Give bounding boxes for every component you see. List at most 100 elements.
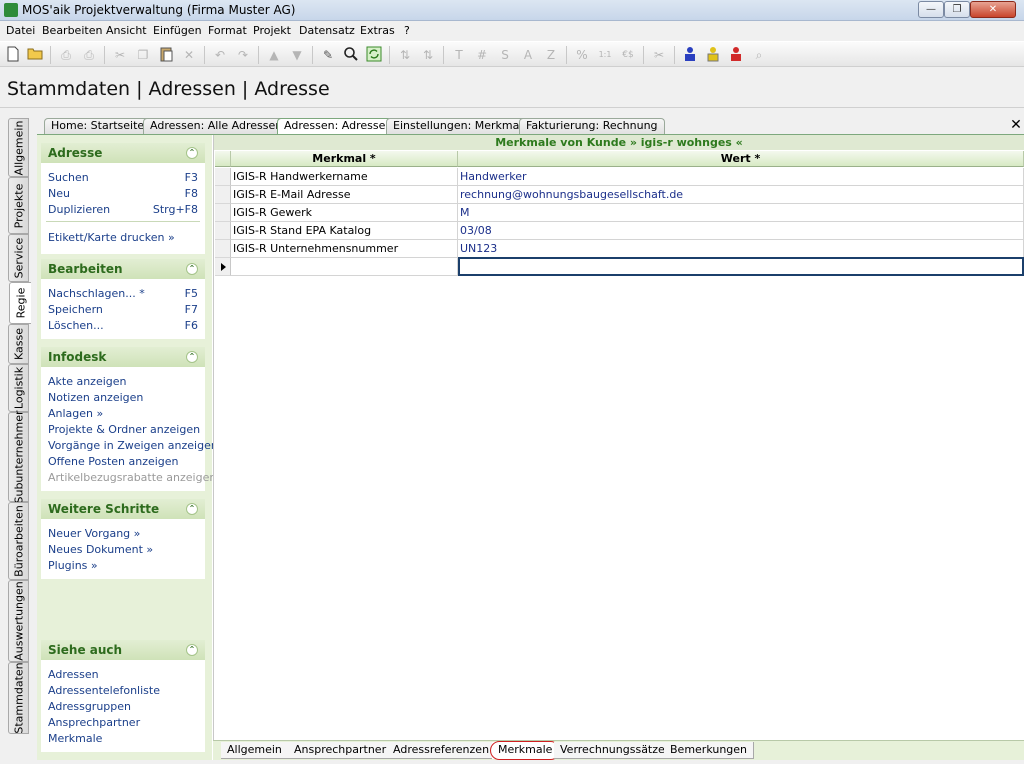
link-adressentelefonliste[interactable]: Adressentelefonliste <box>48 684 160 697</box>
currency-icon[interactable]: €$ <box>619 46 637 64</box>
cell-wert[interactable]: M <box>458 204 1024 222</box>
format-z-icon[interactable]: Z <box>542 46 560 64</box>
link-ansprechpartner[interactable]: Ansprechpartner <box>48 716 140 729</box>
cell-merkmal[interactable]: IGIS-R Unternehmensnummer <box>231 240 458 258</box>
menu-help[interactable]: ? <box>404 24 410 37</box>
paste-icon[interactable] <box>157 46 175 64</box>
detail-tab-bemerkungen[interactable]: Bemerkungen <box>664 742 755 759</box>
format-t-icon[interactable]: T <box>450 46 468 64</box>
vtab-bueroarbeiten[interactable]: Büroarbeiten <box>8 502 29 580</box>
edit-pencil-icon[interactable]: ✎ <box>319 46 337 64</box>
row-selector[interactable] <box>215 240 231 258</box>
vtab-regie[interactable]: Regie <box>9 282 31 324</box>
link-suchen[interactable]: Suchen <box>48 171 89 184</box>
vtab-kasse[interactable]: Kasse <box>8 324 29 364</box>
close-window-button[interactable]: ✕ <box>970 1 1016 18</box>
link-vorgaenge-zweige[interactable]: Vorgänge in Zweigen anzeigen <box>48 439 218 452</box>
menu-datei[interactable]: Datei <box>6 24 35 37</box>
menu-ansicht[interactable]: Ansicht <box>106 24 147 37</box>
vtab-projekte[interactable]: Projekte <box>8 177 29 234</box>
print-preview-icon[interactable]: ⎙ <box>80 46 98 64</box>
tab-adresse[interactable]: Adressen: Adresse <box>277 118 393 135</box>
cell-merkmal[interactable]: IGIS-R Gewerk <box>231 204 458 222</box>
minimize-button[interactable]: — <box>918 1 944 18</box>
column-header-merkmal[interactable]: Merkmal * <box>231 151 458 167</box>
link-loeschen[interactable]: Löschen... <box>48 319 104 332</box>
undo-icon[interactable]: ↶ <box>211 46 229 64</box>
user-lock-red-icon[interactable] <box>727 46 745 64</box>
move-down-icon[interactable]: ▼ <box>288 46 306 64</box>
tools-icon[interactable]: ✂ <box>650 46 668 64</box>
collapse-icon[interactable]: ⌃ <box>186 503 198 515</box>
menu-datensatz[interactable]: Datensatz <box>299 24 355 37</box>
link-anlagen[interactable]: Anlagen » <box>48 407 103 420</box>
link-neu[interactable]: Neu <box>48 187 70 200</box>
cell-merkmal[interactable]: IGIS-R Handwerkername <box>231 168 458 186</box>
cell-wert[interactable]: rechnung@wohnungsbaugesellschaft.de <box>458 186 1024 204</box>
row-selector[interactable] <box>215 168 231 186</box>
move-up-icon[interactable]: ▲ <box>265 46 283 64</box>
sort-ascending-icon[interactable]: ⇅ <box>396 46 414 64</box>
link-offene-posten[interactable]: Offene Posten anzeigen <box>48 455 179 468</box>
tab-fakturierung-rechnung[interactable]: Fakturierung: Rechnung <box>519 118 665 134</box>
column-header-wert[interactable]: Wert * <box>458 151 1024 167</box>
tab-einstellungen-merkmale[interactable]: Einstellungen: Merkmale <box>386 118 537 134</box>
new-document-icon[interactable] <box>4 46 22 64</box>
link-notizen-anzeigen[interactable]: Notizen anzeigen <box>48 391 143 404</box>
new-row-wert-cell[interactable] <box>458 257 1024 276</box>
format-hash-icon[interactable]: # <box>473 46 491 64</box>
menu-extras[interactable]: Extras <box>360 24 395 37</box>
link-projekte-ordner[interactable]: Projekte & Ordner anzeigen <box>48 423 200 436</box>
menu-bearbeiten[interactable]: Bearbeiten <box>42 24 102 37</box>
link-adressgruppen[interactable]: Adressgruppen <box>48 700 131 713</box>
collapse-icon[interactable]: ⌃ <box>186 351 198 363</box>
link-merkmale[interactable]: Merkmale <box>48 732 102 745</box>
open-folder-icon[interactable] <box>26 46 44 64</box>
refresh-icon[interactable] <box>365 46 383 64</box>
close-tab-icon[interactable]: ✕ <box>1009 117 1023 133</box>
detail-tab-verrechnungssaetze[interactable]: Verrechnungssätze <box>554 742 672 759</box>
link-duplizieren[interactable]: Duplizieren <box>48 203 110 216</box>
document-search-icon[interactable]: ⌕ <box>750 46 768 64</box>
percent-icon[interactable]: % <box>573 46 591 64</box>
cell-wert[interactable]: 03/08 <box>458 222 1024 240</box>
cell-merkmal[interactable]: IGIS-R Stand EPA Katalog <box>231 222 458 240</box>
collapse-icon[interactable]: ⌃ <box>186 147 198 159</box>
tab-alle-adressen[interactable]: Adressen: Alle Adressen <box>143 118 290 134</box>
vtab-allgemein[interactable]: Allgemein <box>8 118 29 177</box>
link-etikett-drucken[interactable]: Etikett/Karte drucken » <box>48 231 175 244</box>
user-lock-yellow-icon[interactable] <box>704 46 722 64</box>
link-plugins[interactable]: Plugins » <box>48 559 98 572</box>
row-selector[interactable] <box>215 204 231 222</box>
vtab-stammdaten[interactable]: Stammdaten <box>8 662 29 734</box>
new-row-selector[interactable] <box>215 258 231 276</box>
user-blue-icon[interactable] <box>681 46 699 64</box>
vtab-logistik[interactable]: Logistik <box>8 364 29 412</box>
detail-tab-merkmale[interactable]: Merkmale <box>490 741 561 760</box>
vtab-auswertungen[interactable]: Auswertungen <box>8 580 29 662</box>
print-icon[interactable]: ⎙ <box>57 46 75 64</box>
new-row-merkmal-cell[interactable] <box>231 258 458 276</box>
row-selector[interactable] <box>215 186 231 204</box>
menu-einfuegen[interactable]: Einfügen <box>153 24 202 37</box>
menu-projekt[interactable]: Projekt <box>253 24 291 37</box>
link-nachschlagen[interactable]: Nachschlagen... * <box>48 287 145 300</box>
cut-icon[interactable]: ✂ <box>111 46 129 64</box>
cell-wert[interactable]: UN123 <box>458 240 1024 258</box>
link-speichern[interactable]: Speichern <box>48 303 103 316</box>
format-s-icon[interactable]: S <box>496 46 514 64</box>
collapse-icon[interactable]: ⌃ <box>186 263 198 275</box>
delete-icon[interactable]: ✕ <box>180 46 198 64</box>
vtab-subunternehmer[interactable]: Subunternehmer <box>8 410 29 504</box>
link-neues-dokument[interactable]: Neues Dokument » <box>48 543 153 556</box>
collapse-icon[interactable]: ⌃ <box>186 644 198 656</box>
sort-descending-icon[interactable]: ⇅ <box>419 46 437 64</box>
cell-wert[interactable]: Handwerker <box>458 168 1024 186</box>
copy-icon[interactable]: ❐ <box>134 46 152 64</box>
redo-icon[interactable]: ↷ <box>234 46 252 64</box>
link-adressen[interactable]: Adressen <box>48 668 99 681</box>
cell-merkmal[interactable]: IGIS-R E-Mail Adresse <box>231 186 458 204</box>
format-a-icon[interactable]: A <box>519 46 537 64</box>
vtab-service[interactable]: Service <box>8 234 29 282</box>
detail-tab-ansprechpartner[interactable]: Ansprechpartner <box>288 742 394 759</box>
